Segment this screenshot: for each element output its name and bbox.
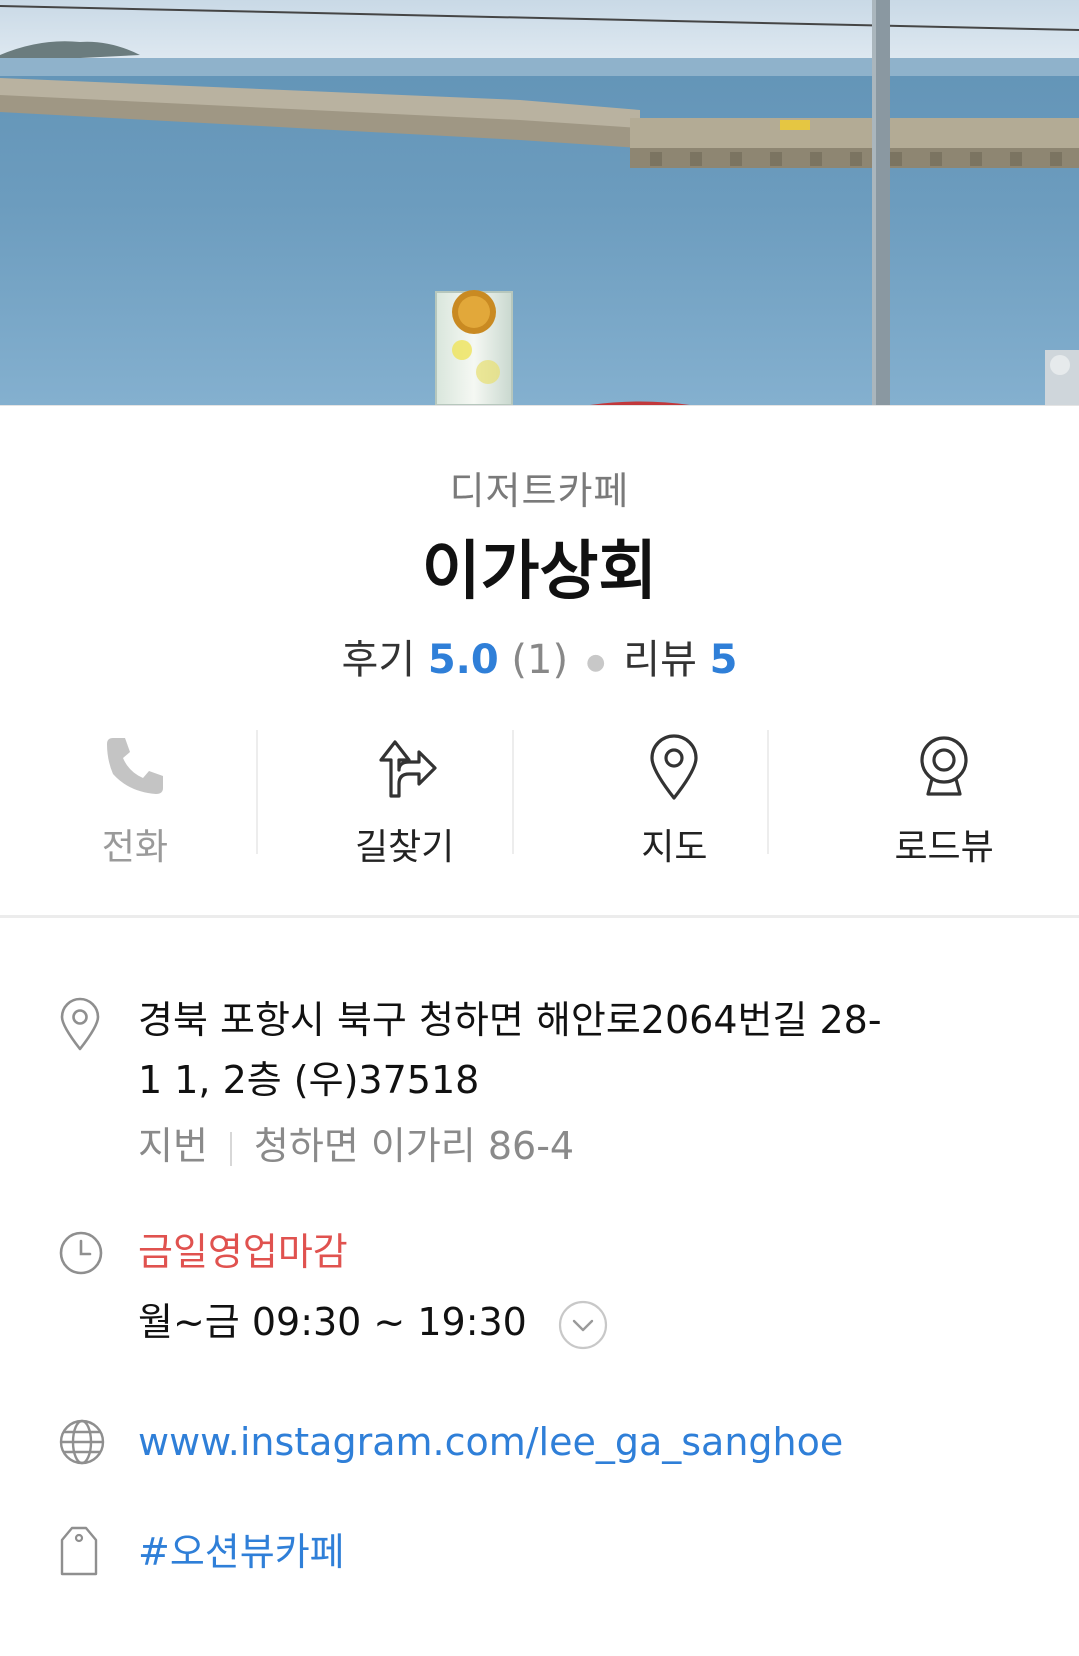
review-label: 후기 (341, 637, 416, 683)
jibun-value: 청하면 이가리 86-4 (253, 1124, 575, 1168)
road-address-line1: 경북 포항시 북구 청하면 해안로2064번길 28- (138, 998, 882, 1042)
rating-summary: 후기 5.0 (1) ● 리뷰 5 (0, 627, 1079, 685)
directions-icon (379, 740, 437, 798)
hours-status: 금일영업마감 (138, 1230, 348, 1274)
clock-icon (59, 1231, 103, 1275)
hours-schedule-line: 월~금 09:30 ~ 19:30 (138, 1292, 609, 1352)
location-pin-icon (60, 997, 100, 1051)
place-name: 이가상회 (421, 535, 658, 609)
roadview-label: 로드뷰 (894, 827, 994, 868)
map-pin-icon (650, 734, 698, 800)
directions-label: 길찾기 (354, 827, 455, 868)
roadview-button[interactable]: 로드뷰 (809, 730, 1079, 868)
expand-hours-chevron-icon[interactable] (557, 1299, 609, 1351)
action-bar: 전화 길찾기 지도 로드뷰 (0, 730, 1079, 868)
roadview-camera-icon (920, 736, 968, 796)
hero-photo[interactable] (0, 0, 1079, 406)
jibun-label: 지번 (138, 1124, 208, 1168)
directions-button[interactable]: 길찾기 (270, 730, 540, 868)
call-button[interactable]: 전화 (0, 730, 270, 868)
website-link[interactable]: www.instagram.com/lee_ga_sanghoe (138, 1412, 843, 1472)
place-category: 디저트카페 (449, 469, 630, 513)
jibun-address: 지번 청하면 이가리 86-4 (138, 1116, 882, 1176)
section-divider (0, 915, 1079, 918)
globe-icon (59, 1419, 105, 1465)
review-count: (1) (511, 637, 569, 683)
separator-dot: ● (586, 649, 606, 675)
phone-icon (106, 738, 163, 794)
review-score[interactable]: 5.0 (428, 637, 499, 683)
hero-photo-image (0, 0, 1079, 405)
road-address-line2: 1 1, 2층 (우)37518 (138, 1058, 480, 1102)
road-address[interactable]: 경북 포항시 북구 청하면 해안로2064번길 28- 1 1, 2층 (우)3… (138, 990, 882, 1176)
blog-review-count[interactable]: 5 (710, 637, 738, 683)
hashtag-link[interactable]: #오션뷰카페 (138, 1522, 345, 1582)
blog-review-label: 리뷰 (623, 637, 697, 683)
action-divider (767, 730, 769, 854)
hours-info: 금일영업마감 월~금 09:30 ~ 19:30 (138, 1222, 609, 1352)
tag-icon (60, 1526, 98, 1576)
hours-schedule: 월~금 09:30 ~ 19:30 (138, 1300, 527, 1344)
action-divider (256, 730, 258, 854)
action-divider (512, 730, 514, 854)
jibun-separator (229, 1131, 232, 1166)
call-label: 전화 (101, 827, 168, 868)
